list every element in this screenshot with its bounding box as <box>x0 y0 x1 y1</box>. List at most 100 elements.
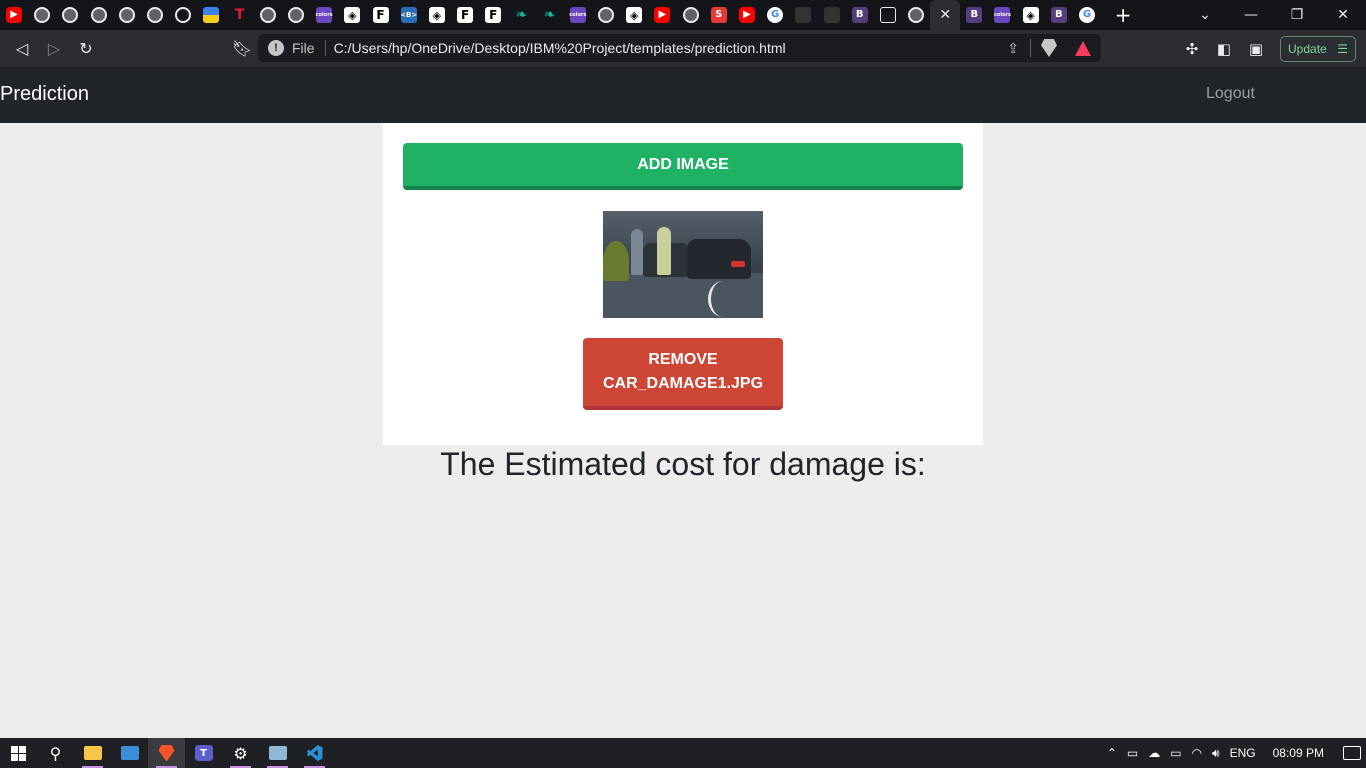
browser-tab[interactable] <box>197 0 225 30</box>
browser-tab[interactable]: ▶ <box>0 0 28 30</box>
back-button[interactable]: ◁ <box>6 33 38 65</box>
search-button[interactable]: ⚲ <box>37 738 74 768</box>
globe-icon <box>259 7 276 23</box>
browser-tab[interactable]: ◈ <box>423 0 451 30</box>
url-text[interactable]: C:/Users/hp/OneDrive/Desktop/IBM%20Proje… <box>334 40 786 56</box>
brave-rewards-icon[interactable] <box>1075 40 1091 56</box>
brave-shields-icon[interactable] <box>1041 39 1057 57</box>
taskbar-brave[interactable] <box>148 738 185 768</box>
taskbar-vscode[interactable] <box>296 738 333 768</box>
address-bar[interactable]: ! File C:/Users/hp/OneDrive/Desktop/IBM%… <box>258 34 1101 62</box>
youtube-icon: ▶ <box>738 7 755 23</box>
google-icon: G <box>1079 7 1096 23</box>
browser-tab[interactable] <box>254 0 282 30</box>
add-image-button[interactable]: ADD IMAGE <box>403 143 963 190</box>
notifications-icon[interactable] <box>1343 746 1361 760</box>
browser-tab[interactable] <box>56 0 84 30</box>
browser-tab[interactable]: ❧ <box>536 0 564 30</box>
system-tray: ⌃ ▭ ☁ ▭ ◠ 🔊︎ ENG 08:09 PM <box>1102 738 1366 768</box>
share-icon[interactable]: ⇪ <box>1007 40 1019 57</box>
cloud-off-icon[interactable]: ☁ <box>1148 746 1160 760</box>
browser-tab[interactable]: ◈ <box>620 0 648 30</box>
browser-tab[interactable]: B <box>846 0 874 30</box>
browser-tab[interactable]: B <box>1045 0 1073 30</box>
update-button[interactable]: Update ☰ <box>1280 35 1356 62</box>
start-button[interactable] <box>0 738 37 768</box>
taskbar-app-control[interactable] <box>111 738 148 768</box>
browser-tab[interactable]: colors <box>564 0 592 30</box>
browser-tab[interactable] <box>902 0 930 30</box>
browser-tab[interactable]: T <box>226 0 254 30</box>
browser-tab[interactable] <box>817 0 845 30</box>
browser-tab[interactable]: ◈ <box>1017 0 1045 30</box>
info-icon[interactable]: ! <box>268 40 284 56</box>
taskbar-file-explorer[interactable] <box>74 738 111 768</box>
google-icon: G <box>767 7 784 23</box>
wifi-icon[interactable]: ◠ <box>1192 746 1202 760</box>
taskbar-photos[interactable] <box>259 738 296 768</box>
minimize-icon[interactable]: — <box>1228 7 1274 23</box>
close-window-icon[interactable]: ✕ <box>1320 7 1366 23</box>
wallet-icon[interactable]: ▣ <box>1240 40 1272 58</box>
browser-tab[interactable]: F <box>451 0 479 30</box>
browser-tab[interactable] <box>169 0 197 30</box>
teams-icon: T <box>194 745 213 761</box>
forward-icon: ▷ <box>47 39 61 58</box>
browser-tab[interactable] <box>874 0 902 30</box>
new-tab-button[interactable]: + <box>1111 3 1135 27</box>
bookmark-button[interactable]: 🔖︎ <box>226 32 258 64</box>
back-icon: ◁ <box>15 39 29 58</box>
browser-tab[interactable]: B <box>960 0 988 30</box>
image-officer <box>657 227 671 275</box>
browser-tab[interactable]: ❧ <box>507 0 535 30</box>
clock[interactable]: 08:09 PM <box>1273 746 1324 760</box>
browser-tab[interactable] <box>85 0 113 30</box>
browser-tab[interactable]: colors <box>988 0 1016 30</box>
battery-icon[interactable]: ▭ <box>1170 746 1181 760</box>
browser-tab[interactable] <box>789 0 817 30</box>
browser-tab[interactable] <box>141 0 169 30</box>
sidebar-icon[interactable]: ◧ <box>1208 40 1240 58</box>
browser-tab[interactable]: G <box>1073 0 1101 30</box>
browser-tab[interactable]: ✕ <box>930 0 961 30</box>
bootstrap-div-icon: <B> <box>400 7 417 23</box>
bootstrap-icon: B <box>966 7 983 23</box>
browser-tab[interactable]: G <box>761 0 789 30</box>
browser-tab[interactable]: F <box>366 0 394 30</box>
forward-button[interactable]: ▷ <box>38 33 70 65</box>
logout-link[interactable]: Logout <box>1206 85 1255 103</box>
browser-tab[interactable] <box>282 0 310 30</box>
language-indicator[interactable]: ENG <box>1230 746 1256 760</box>
restore-icon[interactable]: ❐ <box>1274 7 1320 23</box>
browser-tab[interactable]: ◈ <box>338 0 366 30</box>
navbar-brand[interactable]: Prediction <box>0 83 89 106</box>
browser-tab[interactable]: F <box>479 0 507 30</box>
taskbar-teams[interactable]: T <box>185 738 222 768</box>
volume-icon[interactable]: 🔊︎ <box>1212 746 1220 761</box>
extensions-icon[interactable]: ✣ <box>1176 40 1208 58</box>
meet-now-icon[interactable]: ▭ <box>1127 746 1138 760</box>
remove-image-button[interactable]: REMOVE CAR_DAMAGE1.JPG <box>583 338 783 410</box>
browser-tab[interactable]: S <box>705 0 733 30</box>
upload-card: ADD IMAGE REMOVE CAR_DAMAGE1.JPG <box>383 123 983 445</box>
estimated-cost-text: The Estimated cost for damage is: <box>440 446 926 482</box>
taskbar-settings[interactable]: ⚙ <box>222 738 259 768</box>
browser-tab[interactable] <box>677 0 705 30</box>
menu-icon: ☰ <box>1337 41 1348 56</box>
close-icon[interactable]: ✕ <box>937 7 953 23</box>
chevron-up-icon[interactable]: ⌃ <box>1107 746 1117 760</box>
reload-button[interactable]: ↻ <box>70 33 102 65</box>
globe-icon <box>118 7 135 23</box>
browser-tab[interactable] <box>28 0 56 30</box>
browser-tab[interactable] <box>592 0 620 30</box>
tab-search-icon[interactable]: ⌄ <box>1182 7 1228 23</box>
vscode-icon <box>306 745 323 761</box>
browser-tab[interactable]: <B> <box>395 0 423 30</box>
browser-tab[interactable]: ▶ <box>733 0 761 30</box>
codepen-icon: ◈ <box>1022 7 1039 23</box>
browser-tab[interactable] <box>113 0 141 30</box>
browser-tab[interactable]: colors <box>310 0 338 30</box>
image-car-right <box>687 239 751 279</box>
search-icon: ⚲ <box>49 743 62 763</box>
browser-tab[interactable]: ▶ <box>648 0 676 30</box>
